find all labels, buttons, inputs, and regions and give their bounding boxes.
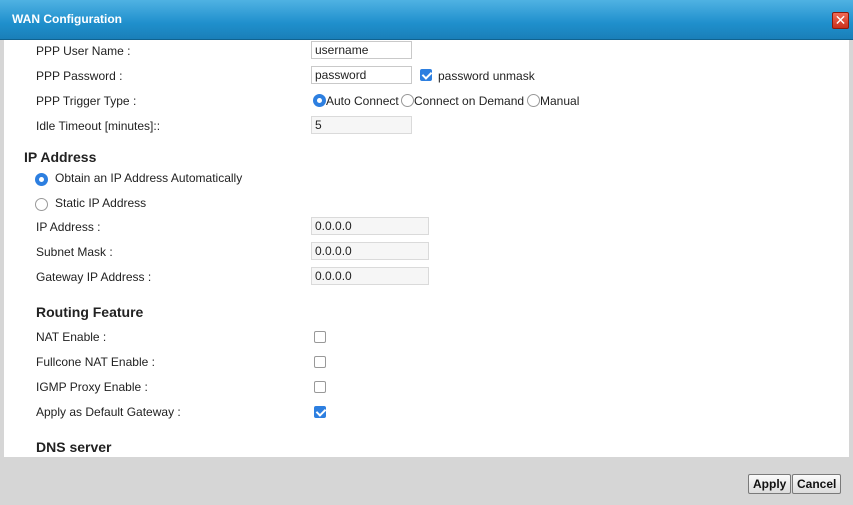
igmp-proxy-checkbox[interactable] [314, 381, 326, 393]
gateway-ip-label: Gateway IP Address : [36, 270, 152, 284]
close-button[interactable]: ✕ [832, 12, 849, 29]
cancel-button[interactable]: Cancel [792, 474, 842, 494]
default-gateway-checkbox[interactable] [314, 406, 326, 418]
trigger-manual-label: Manual [540, 94, 580, 108]
igmp-proxy-label: IGMP Proxy Enable : [36, 380, 148, 394]
dialog-title: WAN Configuration [12, 12, 122, 26]
ppp-password-label: PPP Password : [36, 69, 123, 83]
nat-enable-label: NAT Enable : [36, 330, 107, 344]
ip-address-section-title: IP Address [24, 149, 97, 165]
password-unmask-checkbox[interactable] [420, 69, 432, 81]
ppp-user-name-input[interactable] [311, 41, 412, 59]
obtain-ip-auto-label: Obtain an IP Address Automatically [55, 171, 243, 185]
fullcone-nat-label: Fullcone NAT Enable : [36, 355, 155, 369]
trigger-auto-connect-label: Auto Connect [326, 94, 399, 108]
static-ip-label: Static IP Address [55, 196, 147, 210]
subnet-mask-input[interactable] [311, 242, 429, 260]
gateway-ip-input[interactable] [311, 267, 429, 285]
obtain-ip-auto-radio[interactable] [35, 173, 48, 186]
dialog-titlebar: WAN Configuration ✕ [0, 0, 853, 40]
fullcone-nat-checkbox[interactable] [314, 356, 326, 368]
nat-enable-checkbox[interactable] [314, 331, 326, 343]
trigger-connect-on-demand-radio[interactable] [401, 94, 414, 107]
default-gateway-label: Apply as Default Gateway : [36, 405, 181, 419]
ip-address-row: IP Address : [4, 216, 849, 238]
ip-address-label: IP Address : [36, 220, 101, 234]
apply-button[interactable]: Apply [748, 474, 792, 494]
idle-timeout-input[interactable] [311, 116, 412, 134]
nat-enable-row: NAT Enable : [4, 326, 849, 348]
ip-address-input[interactable] [311, 217, 429, 235]
idle-timeout-row: Idle Timeout [minutes]:: [4, 115, 849, 137]
ppp-password-row: PPP Password : password unmask [4, 65, 849, 87]
password-unmask-label: password unmask [438, 69, 535, 83]
trigger-auto-connect-radio[interactable] [313, 94, 326, 107]
default-gateway-row: Apply as Default Gateway : [4, 401, 849, 423]
dialog-footer: Apply Cancel [0, 460, 853, 505]
dialog-content[interactable]: PPP User Name : PPP Password : password … [4, 40, 849, 457]
ppp-trigger-row: PPP Trigger Type : Auto Connect Connect … [4, 90, 849, 112]
ppp-user-name-row: PPP User Name : [4, 40, 849, 62]
ppp-user-name-label: PPP User Name : [36, 44, 131, 58]
obtain-auto-row: Obtain an IP Address Automatically [4, 169, 849, 191]
subnet-mask-row: Subnet Mask : [4, 241, 849, 263]
ppp-password-input[interactable] [311, 66, 412, 84]
fullcone-nat-row: Fullcone NAT Enable : [4, 351, 849, 373]
subnet-mask-label: Subnet Mask : [36, 245, 113, 259]
trigger-connect-on-demand-label: Connect on Demand [414, 94, 525, 108]
dns-server-section-title: DNS server [36, 439, 112, 455]
igmp-proxy-row: IGMP Proxy Enable : [4, 376, 849, 398]
routing-feature-section-title: Routing Feature [36, 304, 144, 320]
ppp-trigger-label: PPP Trigger Type : [36, 94, 137, 108]
idle-timeout-label: Idle Timeout [minutes]:: [36, 119, 161, 133]
gateway-ip-row: Gateway IP Address : [4, 266, 849, 288]
trigger-manual-radio[interactable] [527, 94, 540, 107]
static-ip-radio[interactable] [35, 198, 48, 211]
static-ip-row: Static IP Address [4, 194, 849, 216]
close-icon: ✕ [834, 12, 847, 28]
